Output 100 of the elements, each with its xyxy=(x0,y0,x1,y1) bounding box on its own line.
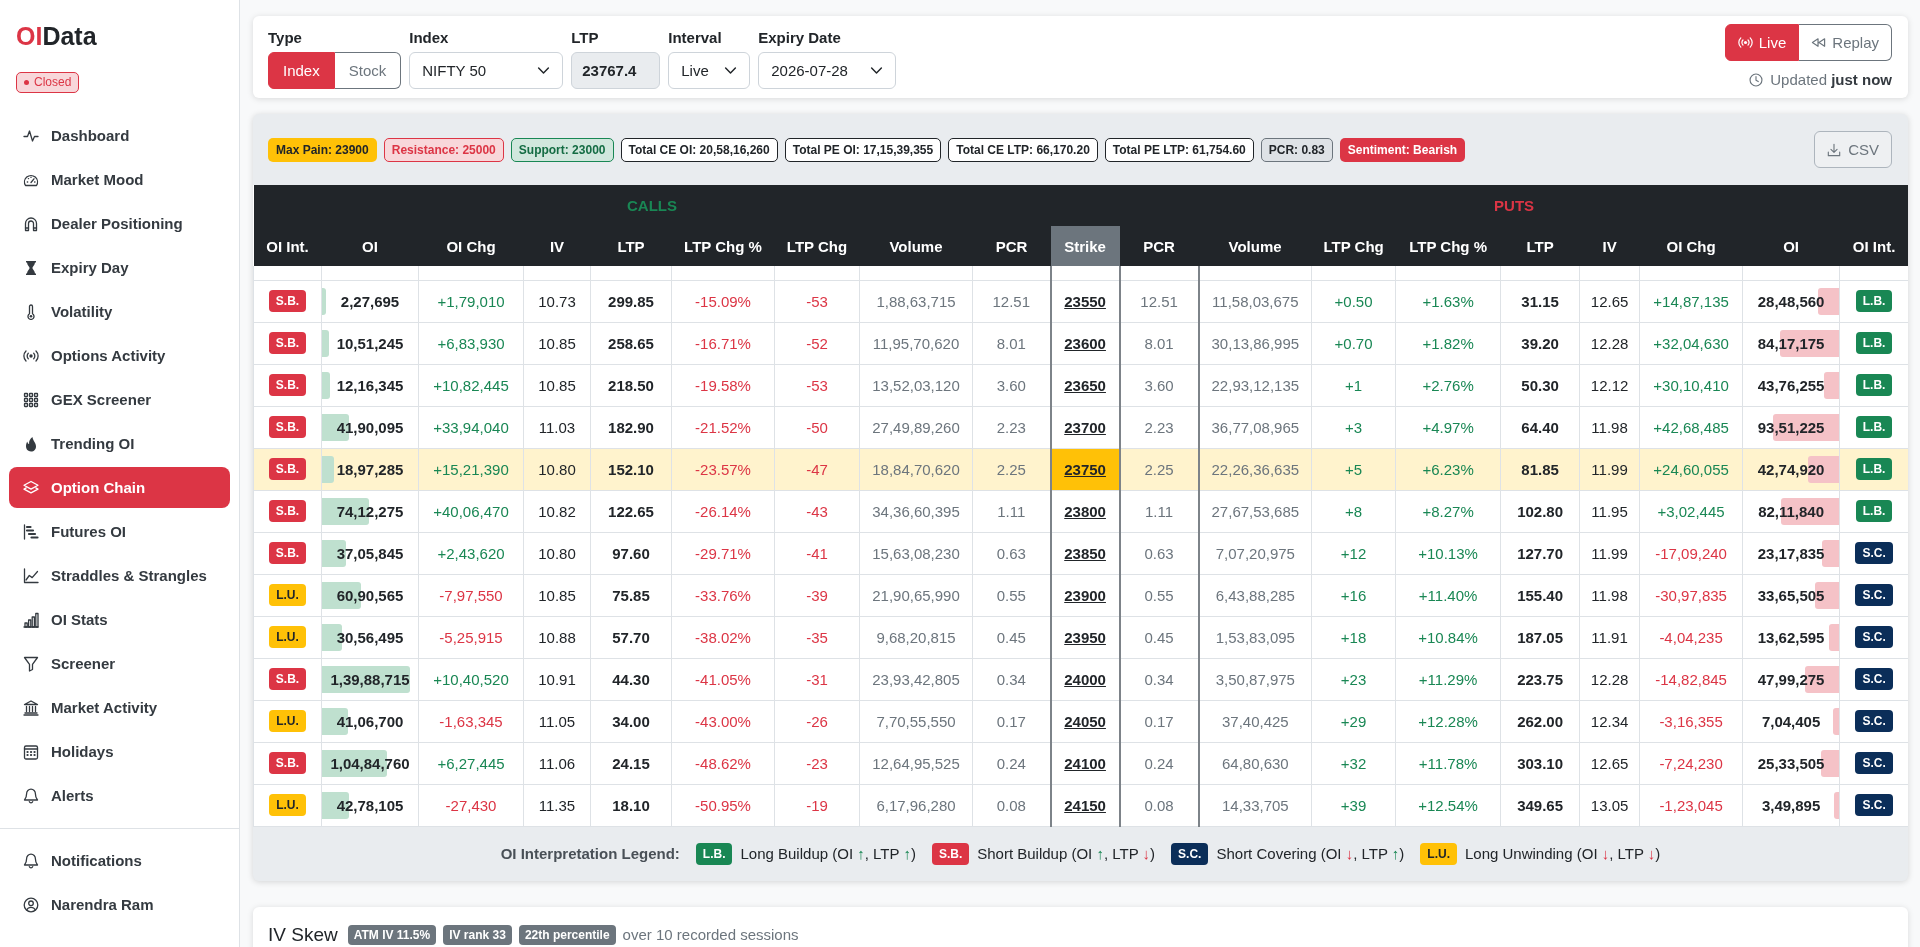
strike-price-link[interactable]: 23650 xyxy=(1050,364,1120,406)
mode-button[interactable]: Live xyxy=(1724,24,1800,61)
nav-item[interactable]: Alerts xyxy=(9,775,230,816)
nav-item[interactable]: Notifications xyxy=(9,840,230,881)
ltp-change-value: +1 xyxy=(1311,364,1396,406)
pcr-value: 8.01 xyxy=(1119,322,1199,364)
oi-interpretation-badge: S.B. xyxy=(268,416,307,438)
iv-value: 11.35 xyxy=(523,784,591,826)
open-interest-value: 28,48,560 xyxy=(1757,292,1825,310)
open-interest-value: 2,27,695 xyxy=(340,292,400,310)
ltp-value: 44.30 xyxy=(590,658,672,700)
calendar-icon xyxy=(23,743,39,760)
ltp-change-percent: +12.28% xyxy=(1395,700,1501,742)
nav-item[interactable]: Trending OI xyxy=(9,423,230,464)
nav-item[interactable]: OI Stats xyxy=(9,599,230,640)
ltp-change-percent: +12.54% xyxy=(1395,784,1501,826)
summary-chip: Total PE OI: 17,15,39,355 xyxy=(784,137,942,162)
nav-item[interactable]: Option Chain xyxy=(9,467,230,508)
legend-text: Short Covering (OI ↓, LTP ↑) xyxy=(1216,845,1405,862)
bank-building-icon xyxy=(23,699,39,716)
nav-item[interactable]: Dashboard xyxy=(9,115,230,156)
mode-button[interactable]: Replay xyxy=(1799,24,1892,61)
strike-price-link[interactable]: 23950 xyxy=(1050,616,1120,658)
oi-change-value: +6,27,445 xyxy=(418,742,524,784)
nav-item[interactable]: GEX Screener xyxy=(9,379,230,420)
strike-price-link[interactable]: 23600 xyxy=(1050,322,1120,364)
nav-item[interactable]: Expiry Day xyxy=(9,247,230,288)
type-toggle-button[interactable]: Stock xyxy=(334,52,402,89)
ltp-change-percent: -50.95% xyxy=(671,784,775,826)
iv-value: 11.05 xyxy=(523,700,591,742)
oi-change-value: +14,87,135 xyxy=(1639,280,1743,322)
ltp-change-value: -31 xyxy=(774,658,860,700)
volume-value: 3,50,87,975 xyxy=(1198,658,1312,700)
strike-price-link[interactable]: 24150 xyxy=(1050,784,1120,826)
ltp-change-percent: +11.78% xyxy=(1395,742,1501,784)
volume-value: 6,17,96,280 xyxy=(859,784,973,826)
column-header: OI xyxy=(1742,226,1840,266)
iv-value: 12.28 xyxy=(1579,658,1640,700)
open-interest-value: 1,39,88,715 xyxy=(330,670,410,688)
ltp-value: 155.40 xyxy=(1500,574,1580,616)
strike-price-link[interactable]: 23850 xyxy=(1050,532,1120,574)
column-header: LTP xyxy=(590,226,672,266)
iv-value: 10.73 xyxy=(523,280,591,322)
strike-price-link[interactable]: 24050 xyxy=(1050,700,1120,742)
nav-item[interactable]: Market Activity xyxy=(9,687,230,728)
ltp-change-value: +12 xyxy=(1311,532,1396,574)
nav-item[interactable]: Futures OI xyxy=(9,511,230,552)
csv-export-button[interactable]: CSV xyxy=(1814,131,1892,168)
chevron-down-icon xyxy=(537,64,551,77)
open-interest-value: 47,99,275 xyxy=(1757,670,1825,688)
pulse-icon xyxy=(23,127,39,144)
column-header: Volume xyxy=(1198,226,1312,266)
strike-price-link[interactable]: 24000 xyxy=(1050,658,1120,700)
market-status-label: Closed xyxy=(34,75,72,90)
nav-item[interactable]: Narendra Ram xyxy=(9,884,230,925)
type-toggle-button[interactable]: Index xyxy=(268,52,335,89)
oi-change-value: -14,82,845 xyxy=(1639,658,1743,700)
column-header: Strike xyxy=(1050,226,1120,266)
field-label: Index xyxy=(409,28,450,48)
ltp-value: 31.15 xyxy=(1500,280,1580,322)
strike-price-link[interactable]: 23750 xyxy=(1050,448,1120,490)
expiry-date-select[interactable]: 2026-07-28 xyxy=(758,52,897,89)
ltp-value: 349.65 xyxy=(1500,784,1580,826)
nav-item[interactable]: Screener xyxy=(9,643,230,684)
ltp-field[interactable]: 23767.4 xyxy=(571,52,661,89)
calls-heading: CALLS xyxy=(253,185,1051,226)
open-interest-value: 37,05,845 xyxy=(336,544,404,562)
open-interest-value: 41,90,095 xyxy=(336,418,404,436)
strike-price-link[interactable]: 23900 xyxy=(1050,574,1120,616)
strike-price-link[interactable]: 24100 xyxy=(1050,742,1120,784)
nav-item[interactable]: Dealer Positioning xyxy=(9,203,230,244)
oi-change-value: +40,06,470 xyxy=(418,490,524,532)
nav-item[interactable]: Options Activity xyxy=(9,335,230,376)
iv-value: 12.65 xyxy=(1579,280,1640,322)
pcr-value: 0.34 xyxy=(1119,658,1199,700)
oi-change-value: -7,24,230 xyxy=(1639,742,1743,784)
volume-value: 23,93,42,805 xyxy=(859,658,973,700)
nav-item[interactable]: Market Mood xyxy=(9,159,230,200)
iv-skew-title: IV Skew xyxy=(268,923,338,946)
index-select[interactable]: NIFTY 50 xyxy=(409,52,564,89)
ltp-value: 81.85 xyxy=(1500,448,1580,490)
open-interest-value: 42,78,105 xyxy=(336,796,404,814)
nav-item[interactable]: Straddles & Strangles xyxy=(9,555,230,596)
summary-chip: Total CE LTP: 66,170.20 xyxy=(948,137,1098,162)
nav-item[interactable]: Holidays xyxy=(9,731,230,772)
interval-select[interactable]: Live xyxy=(668,52,751,89)
oi-interpretation-badge: S.C. xyxy=(1855,542,1893,564)
oi-interpretation-badge: S.C. xyxy=(1855,626,1893,648)
column-header: OI Int. xyxy=(253,226,322,266)
ltp-value: 303.10 xyxy=(1500,742,1580,784)
ltp-change-percent: +1.63% xyxy=(1395,280,1501,322)
strike-price-link[interactable]: 23800 xyxy=(1050,490,1120,532)
ltp-change-value: +29 xyxy=(1311,700,1396,742)
ltp-change-value: -53 xyxy=(774,364,860,406)
nav-item[interactable]: Volatility xyxy=(9,291,230,332)
open-interest-value: 3,49,895 xyxy=(1761,796,1821,814)
oi-change-value: -5,25,915 xyxy=(418,616,524,658)
pcr-value: 0.17 xyxy=(1119,700,1199,742)
ltp-change-value: -52 xyxy=(774,322,860,364)
strike-price-link[interactable]: 23550 xyxy=(1050,280,1120,322)
